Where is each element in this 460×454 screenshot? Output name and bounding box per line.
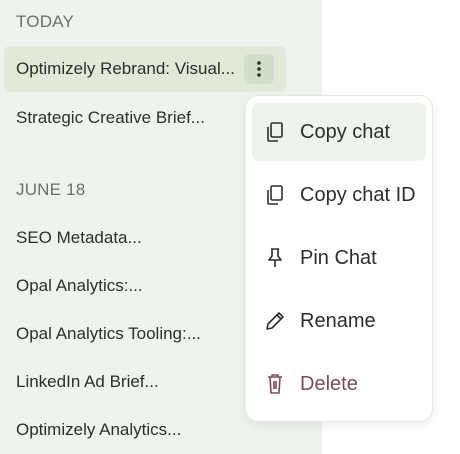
menu-item-label: Delete [300,372,358,395]
menu-item-label: Pin Chat [300,246,377,269]
trash-icon [264,373,286,395]
chat-item[interactable]: SEO Metadata... [4,215,286,261]
section-label-today: TODAY [16,12,74,31]
menu-item-label: Copy chat [300,120,391,143]
chat-item-title: Optimizely Rebrand: Visual... [16,59,235,78]
copy-icon [264,184,286,206]
pin-icon [264,247,286,269]
chat-item[interactable]: Optimizely Analytics... [4,407,286,453]
menu-item-label: Copy chat ID [300,183,416,206]
section-label-june-18: JUNE 18 [16,180,86,199]
chat-item[interactable]: Opal Analytics:... [4,263,286,309]
chat-item-title: Strategic Creative Brief... [16,108,205,127]
chat-context-menu: Copy chat Copy chat ID Pin Chat Rename D… [246,96,432,421]
chat-item-title: SEO Metadata... [16,228,142,247]
pin-chat-menu-item[interactable]: Pin Chat [252,229,426,287]
kebab-menu-icon [257,61,261,77]
more-options-button[interactable] [244,54,274,84]
copy-chat-id-menu-item[interactable]: Copy chat ID [252,166,426,224]
chat-item-title: Opal Analytics Tooling:... [16,324,201,343]
copy-icon [264,121,286,143]
chat-item[interactable]: Opal Analytics Tooling:... [4,311,286,357]
chat-item[interactable]: Optimizely Rebrand: Visual... [4,46,286,92]
chat-item[interactable]: Strategic Creative Brief... [4,95,286,141]
menu-item-label: Rename [300,309,376,332]
chat-item[interactable]: LinkedIn Ad Brief... [4,359,286,405]
delete-menu-item[interactable]: Delete [252,355,426,413]
chat-item-title: Optimizely Analytics... [16,420,182,439]
chat-item-title: LinkedIn Ad Brief... [16,372,159,391]
rename-menu-item[interactable]: Rename [252,292,426,350]
chat-item-title: Opal Analytics:... [16,276,143,295]
pencil-icon [264,310,286,332]
copy-chat-menu-item[interactable]: Copy chat [252,103,426,161]
